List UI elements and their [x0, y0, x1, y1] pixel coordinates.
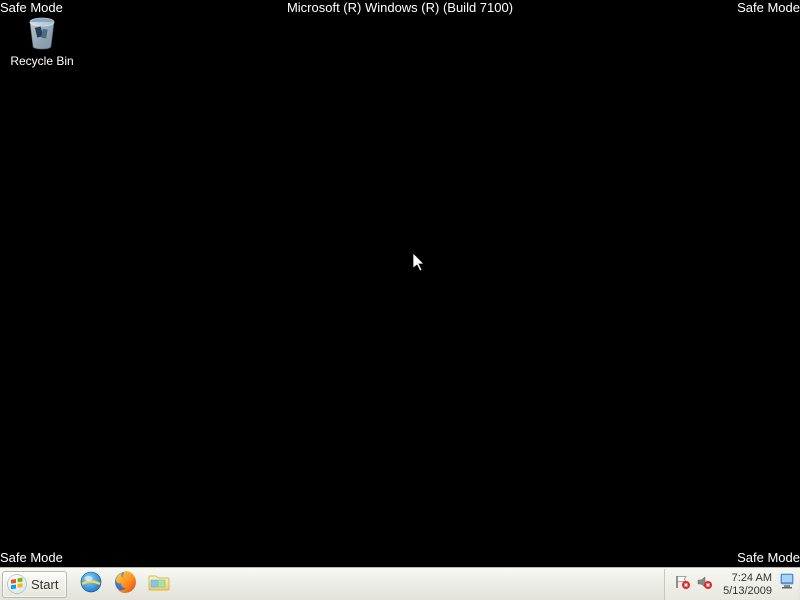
taskbar-pinned-items [77, 570, 173, 598]
safemode-label-top-right: Safe Mode [737, 0, 800, 15]
systray-icon-volume[interactable] [695, 576, 713, 594]
systray-time: 7:24 AM [732, 572, 772, 585]
desktop-icon-label: Recycle Bin [10, 54, 73, 68]
systray-icon-action-center[interactable] [673, 576, 691, 594]
taskbar: Start [0, 567, 800, 600]
safemode-label-bottom-left: Safe Mode [0, 550, 63, 565]
build-label: Microsoft (R) Windows (R) (Build 7100) [287, 0, 513, 15]
internet-explorer-icon [78, 569, 104, 600]
taskbar-icon-file-explorer[interactable] [145, 570, 173, 598]
flag-icon [674, 574, 690, 595]
systray-clock[interactable]: 7:24 AM 5/13/2009 [723, 572, 772, 597]
firefox-icon [112, 569, 138, 600]
recycle-bin-icon [22, 12, 62, 52]
volume-icon [696, 574, 712, 595]
systray-show-desktop[interactable] [780, 571, 794, 599]
start-button[interactable]: Start [2, 571, 67, 598]
system-tray: 7:24 AM 5/13/2009 [664, 569, 798, 600]
taskbar-icon-firefox[interactable] [111, 570, 139, 598]
safemode-label-bottom-right: Safe Mode [737, 550, 800, 565]
taskbar-icon-internet-explorer[interactable] [77, 570, 105, 598]
file-explorer-icon [146, 569, 172, 600]
mouse-cursor-icon [413, 253, 427, 278]
desktop-icon-recycle-bin[interactable]: Recycle Bin [12, 12, 72, 68]
start-button-label: Start [31, 577, 58, 592]
start-orb-icon [7, 574, 27, 594]
show-desktop-icon [780, 571, 794, 598]
systray-date: 5/13/2009 [723, 585, 772, 598]
